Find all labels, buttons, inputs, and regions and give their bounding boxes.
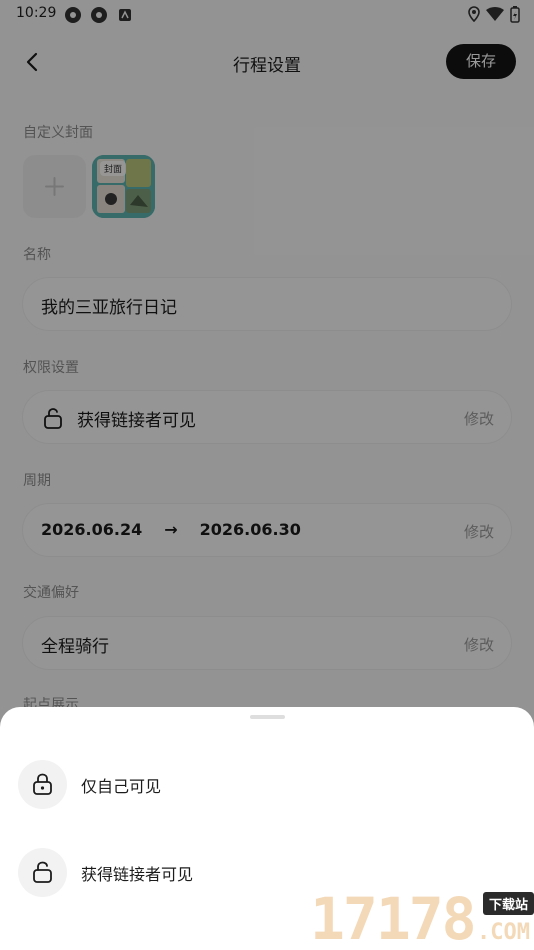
watermark-logo: 17178 下载站 .COM <box>310 888 534 950</box>
option-link-visible-label: 获得链接者可见 <box>81 865 194 884</box>
watermark-domain: .COM <box>477 920 530 945</box>
screen: 10:29 行程设置 保存 自定义封面 封面 名称 我的三亚旅行日记 权限设置 … <box>0 0 534 950</box>
option-private[interactable]: 仅自己可见 <box>0 754 534 814</box>
unlock-icon <box>33 861 52 883</box>
sheet-drag-handle[interactable] <box>250 715 285 719</box>
lock-icon <box>33 773 52 795</box>
watermark-number: 17178 <box>310 885 477 950</box>
lock-icon-circle <box>18 760 67 809</box>
option-private-label: 仅自己可见 <box>81 777 162 796</box>
watermark-badge: 下载站 <box>482 892 534 915</box>
unlock-icon-circle <box>18 848 67 897</box>
